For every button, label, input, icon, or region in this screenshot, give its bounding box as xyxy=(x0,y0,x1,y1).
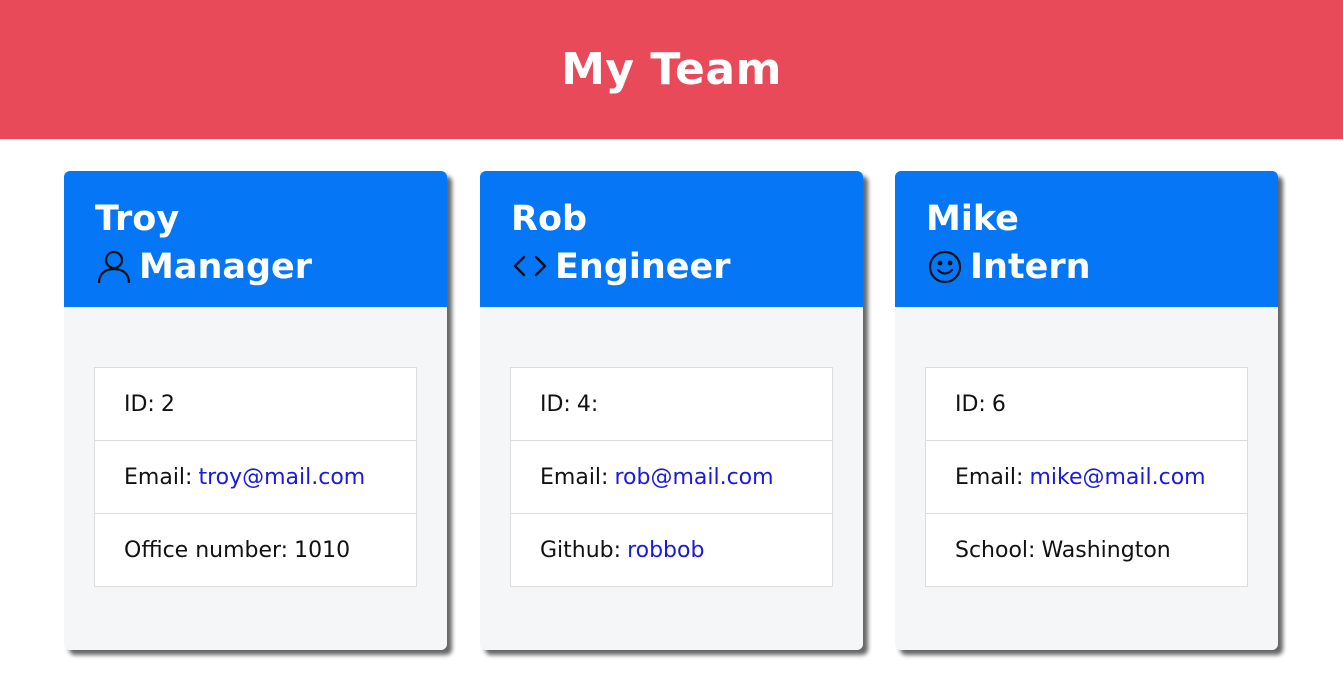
id-value: 6 xyxy=(991,391,1006,417)
school-label: School: xyxy=(955,537,1036,563)
employee-role: Engineer xyxy=(511,243,863,291)
role-label: Engineer xyxy=(555,247,731,287)
school-value: Washington xyxy=(1041,537,1171,563)
id-label: ID: xyxy=(124,391,155,417)
role-label: Intern xyxy=(970,247,1091,287)
card-header: Troy Manager xyxy=(64,171,447,307)
employee-name: Troy xyxy=(95,199,180,239)
employee-role: Manager xyxy=(95,243,447,291)
employee-card-manager: Troy Manager ID: 2 Email: troy@mail.com … xyxy=(64,171,447,650)
list-item-id: ID: 4: xyxy=(511,368,832,441)
list-item-email: Email: rob@mail.com xyxy=(511,441,832,514)
id-label: ID: xyxy=(955,391,986,417)
employee-name: Rob xyxy=(511,199,588,239)
employee-role: Intern xyxy=(926,243,1278,291)
code-icon xyxy=(511,248,549,286)
github-label: Github: xyxy=(540,537,622,563)
email-label: Email: xyxy=(540,464,609,490)
employee-name: Mike xyxy=(926,199,1019,239)
list-item-email: Email: troy@mail.com xyxy=(95,441,416,514)
list-item-office: Office number: 1010 xyxy=(95,514,416,586)
info-list: ID: 2 Email: troy@mail.com Office number… xyxy=(94,367,417,587)
page-title: My Team xyxy=(561,44,782,95)
employee-card-intern: Mike Intern ID: 6 Email: mike@mail.com S… xyxy=(895,171,1278,650)
email-link[interactable]: troy@mail.com xyxy=(198,465,365,490)
person-icon xyxy=(95,248,133,286)
list-item-school: School: Washington xyxy=(926,514,1247,586)
info-list: ID: 4: Email: rob@mail.com Github: robbo… xyxy=(510,367,833,587)
card-header: Rob Engineer xyxy=(480,171,863,307)
id-value: 2 xyxy=(160,391,175,417)
role-label: Manager xyxy=(139,247,313,287)
list-item-id: ID: 2 xyxy=(95,368,416,441)
list-item-github: Github: robbob xyxy=(511,514,832,586)
email-label: Email: xyxy=(124,464,193,490)
email-link[interactable]: mike@mail.com xyxy=(1029,465,1205,490)
office-value: 1010 xyxy=(294,537,351,563)
email-link[interactable]: rob@mail.com xyxy=(614,465,773,490)
id-value: 4: xyxy=(576,391,599,417)
info-list: ID: 6 Email: mike@mail.com School: Washi… xyxy=(925,367,1248,587)
page-header: My Team xyxy=(0,0,1343,139)
id-label: ID: xyxy=(540,391,571,417)
office-label: Office number: xyxy=(124,537,289,563)
email-label: Email: xyxy=(955,464,1024,490)
list-item-id: ID: 6 xyxy=(926,368,1247,441)
employee-card-engineer: Rob Engineer ID: 4: Email: rob@mail.com … xyxy=(480,171,863,650)
list-item-email: Email: mike@mail.com xyxy=(926,441,1247,514)
card-header: Mike Intern xyxy=(895,171,1278,307)
github-link[interactable]: robbob xyxy=(627,538,704,563)
smiley-icon xyxy=(926,248,964,286)
